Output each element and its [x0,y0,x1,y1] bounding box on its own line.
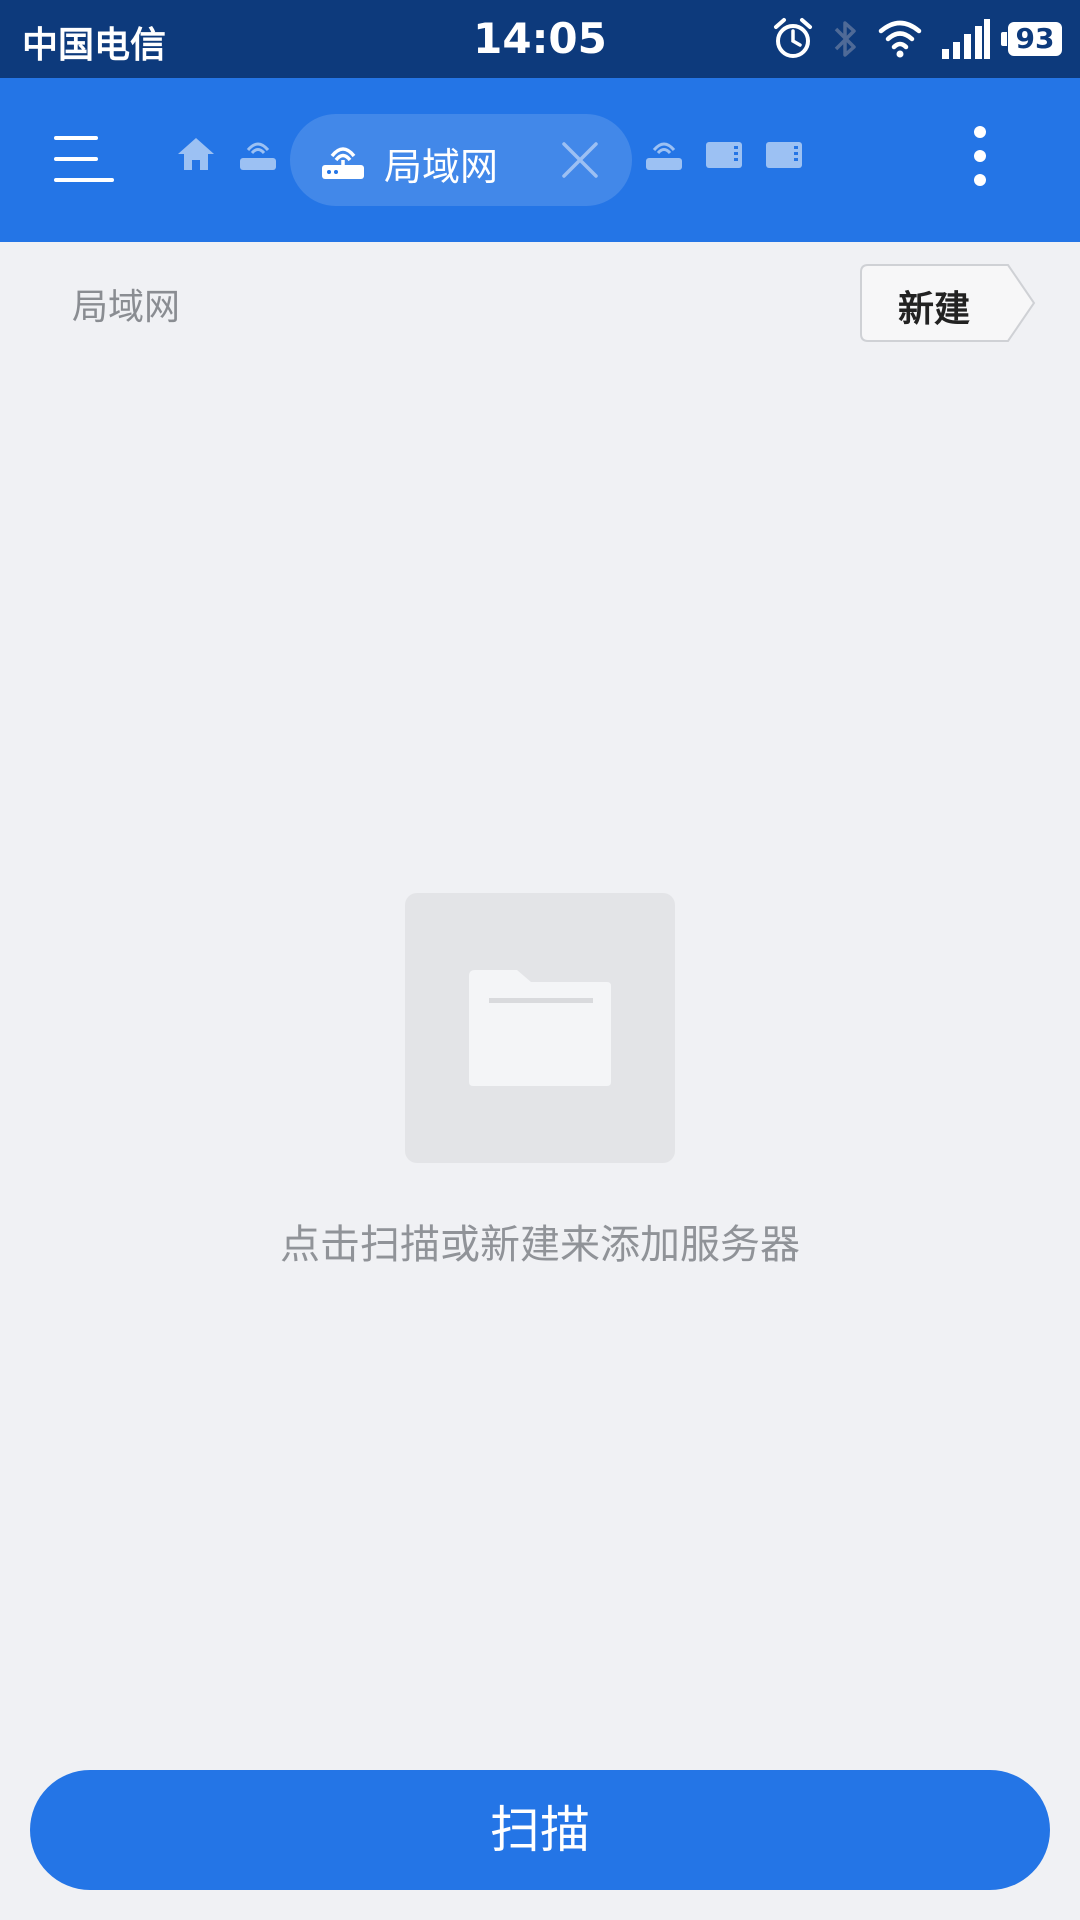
alarm-icon [774,18,812,58]
home-icon[interactable] [176,132,216,176]
battery-icon: 93 [1001,22,1062,56]
router-icon[interactable] [644,132,684,176]
signal-icon [942,19,990,59]
wifi-icon [878,20,922,58]
new-button-label: 新建 [898,289,971,330]
hamburger-menu-icon[interactable] [50,130,114,188]
folder-icon [469,970,611,1086]
breadcrumb[interactable]: 局域网 [72,278,180,330]
storage-icon[interactable] [764,132,804,176]
router-icon [322,147,364,179]
app-toolbar: 局域网 [0,78,1080,242]
router-icon[interactable] [238,132,278,176]
tab-lan[interactable]: 局域网 [290,114,632,206]
empty-state-message: 点击扫描或新建来添加服务器 [280,1222,800,1268]
status-bar: 中国电信 14:05 93 [0,0,1080,78]
close-icon[interactable] [560,140,600,180]
bluetooth-icon [834,21,856,57]
status-icons: 93 [772,16,1062,62]
more-vertical-icon[interactable] [968,126,992,194]
new-button[interactable]: 新建 [860,264,1036,342]
scan-button[interactable]: 扫描 [30,1770,1050,1890]
storage-icon[interactable] [704,132,744,176]
empty-state-illustration [405,893,675,1163]
tab-label: 局域网 [384,145,499,189]
